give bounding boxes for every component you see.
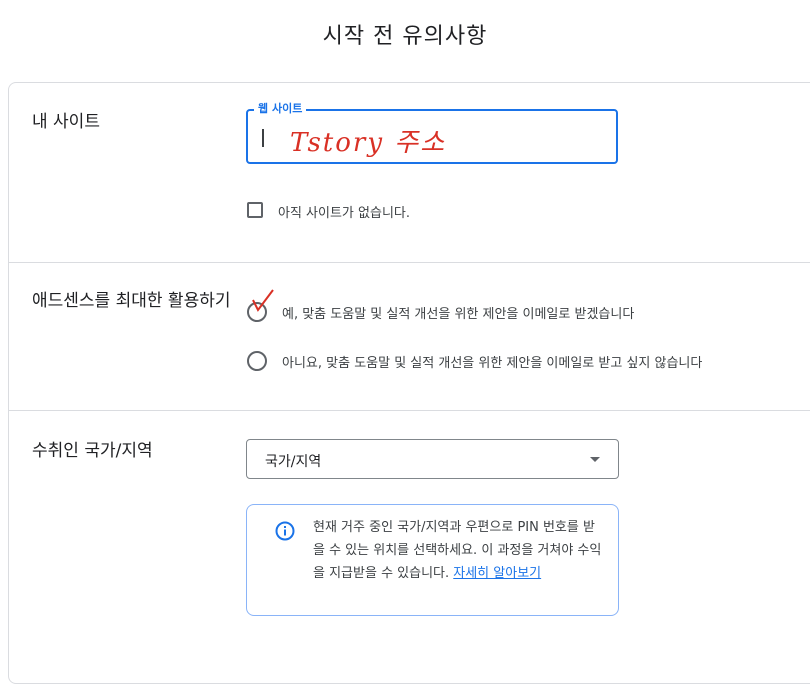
country-select[interactable]: 국가/지역 xyxy=(246,439,619,479)
no-site-checkbox-label[interactable]: 아직 사이트가 없습니다. xyxy=(278,202,410,221)
radio-no[interactable] xyxy=(247,351,267,371)
section-divider xyxy=(8,262,810,263)
learn-more-link[interactable]: 자세히 알아보기 xyxy=(453,566,541,581)
info-icon xyxy=(275,521,295,541)
no-site-checkbox[interactable] xyxy=(247,202,263,218)
page-title: 시작 전 유의사항 xyxy=(322,24,488,49)
country-select-value: 국가/지역 xyxy=(265,454,322,470)
text-cursor xyxy=(262,129,264,147)
adsense-label: 애드센스를 최대한 활용하기 xyxy=(32,291,231,311)
dropdown-arrow-icon xyxy=(590,457,600,462)
handwritten-annotation: Tstory 주소 xyxy=(290,128,447,158)
info-text: 현재 거주 중인 국가/지역과 우편으로 PIN 번호를 받을 수 있는 위치를… xyxy=(313,516,603,585)
website-field-label: 웹 사이트 xyxy=(254,100,307,116)
radio-yes-label[interactable]: 예, 맞춤 도움말 및 실적 개선을 위한 제안을 이메일로 받겠습니다 xyxy=(282,303,634,322)
my-site-label: 내 사이트 xyxy=(32,112,100,132)
radio-no-label[interactable]: 아니요, 맞춤 도움말 및 실적 개선을 위한 제안을 이메일로 받고 싶지 않… xyxy=(282,352,702,371)
country-label: 수취인 국가/지역 xyxy=(32,441,153,461)
info-box: 현재 거주 중인 국가/지역과 우편으로 PIN 번호를 받을 수 있는 위치를… xyxy=(246,504,619,616)
section-divider xyxy=(8,410,810,411)
check-mark-icon xyxy=(252,289,274,312)
